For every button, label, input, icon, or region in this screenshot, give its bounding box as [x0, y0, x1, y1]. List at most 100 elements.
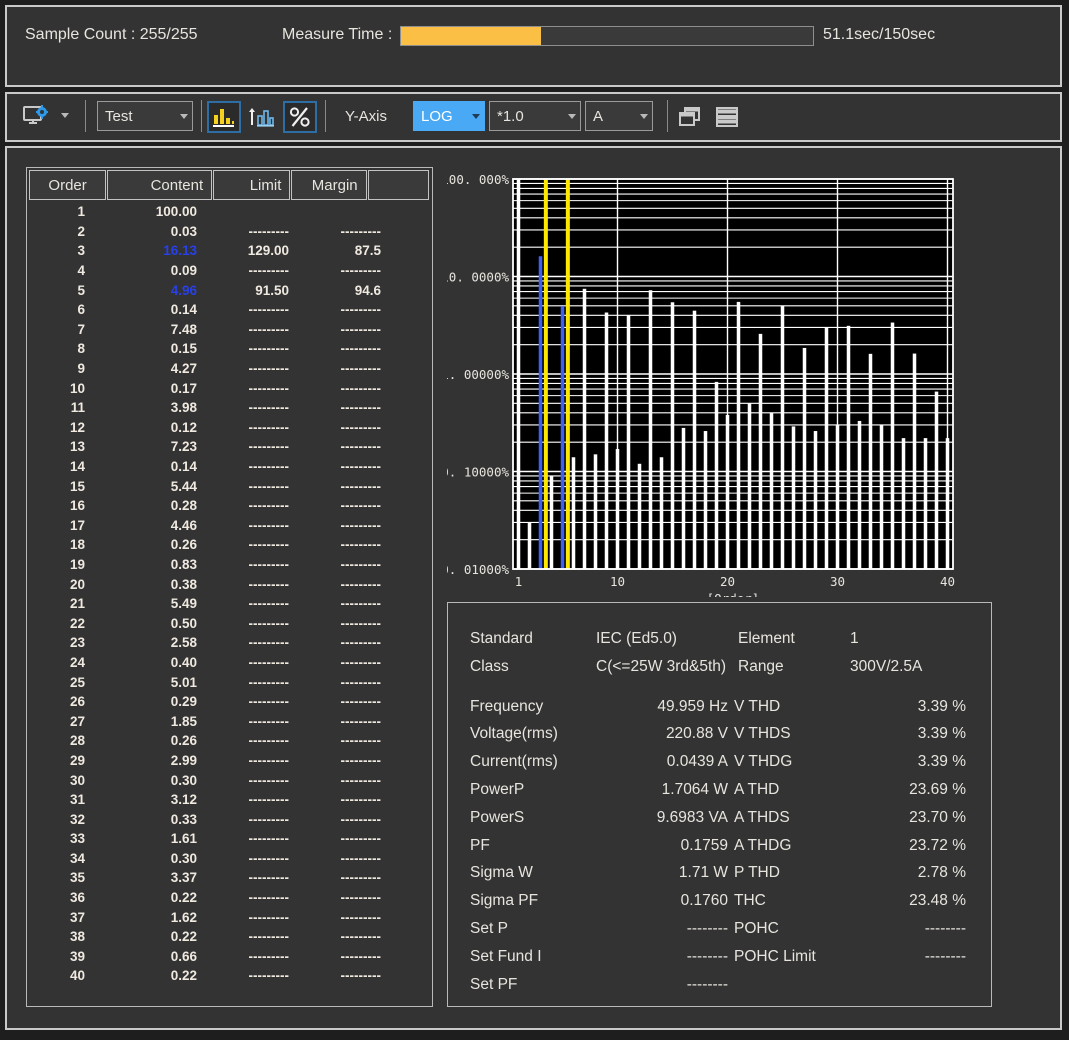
chart-xtick-label: 1 [515, 574, 523, 589]
cell-margin: --------- [340, 674, 381, 690]
table-row[interactable]: 39 0.66 --------- --------- [29, 947, 430, 967]
table-header-blank[interactable] [367, 170, 429, 200]
table-row[interactable]: 12 0.12 --------- --------- [29, 418, 430, 438]
cell-content: 0.50 [170, 615, 197, 631]
range-label: Range [738, 657, 784, 675]
chart-bar [571, 457, 576, 569]
chart-bar [714, 381, 719, 569]
monitor-gear-dropdown-caret[interactable] [61, 113, 69, 118]
table-row[interactable]: 14 0.14 --------- --------- [29, 457, 430, 477]
chart-bar [901, 438, 906, 569]
percent-icon[interactable] [283, 101, 317, 133]
table-row[interactable]: 37 1.62 --------- --------- [29, 907, 430, 927]
cell-limit: --------- [248, 302, 289, 318]
cell-limit: --------- [248, 654, 289, 670]
table-row[interactable]: 33 1.61 --------- --------- [29, 829, 430, 849]
table-header-content[interactable]: Content [107, 170, 213, 200]
table-row[interactable]: 30 0.30 --------- --------- [29, 770, 430, 790]
table-row[interactable]: 3 16.13 129.00 87.5 [29, 241, 430, 261]
info-key-left: Sigma W [470, 864, 533, 882]
table-row[interactable]: 40 0.22 --------- --------- [29, 966, 430, 986]
table-row[interactable]: 26 0.29 --------- --------- [29, 692, 430, 712]
table-row[interactable]: 7 7.48 --------- --------- [29, 320, 430, 340]
chart-bar [945, 438, 950, 569]
info-key-right: P THD [734, 864, 780, 882]
cell-margin: --------- [340, 752, 381, 768]
table-row[interactable]: 9 4.27 --------- --------- [29, 359, 430, 379]
table-row[interactable]: 25 5.01 --------- --------- [29, 672, 430, 692]
table-row[interactable]: 31 3.12 --------- --------- [29, 790, 430, 810]
yaxis-scale-select[interactable]: LOG [413, 101, 485, 131]
table-row[interactable]: 29 2.99 --------- --------- [29, 751, 430, 771]
table-row[interactable]: 24 0.40 --------- --------- [29, 653, 430, 673]
table-row[interactable]: 11 3.98 --------- --------- [29, 398, 430, 418]
table-row[interactable]: 17 4.46 --------- --------- [29, 516, 430, 536]
cell-content: 0.38 [170, 576, 197, 592]
table-row[interactable]: 35 3.37 --------- --------- [29, 868, 430, 888]
table-header-limit[interactable]: Limit [213, 170, 291, 200]
table-header-order[interactable]: Order [29, 170, 107, 200]
table-row[interactable]: 34 0.30 --------- --------- [29, 849, 430, 869]
table-row[interactable]: 8 0.15 --------- --------- [29, 339, 430, 359]
table-row[interactable]: 18 0.26 --------- --------- [29, 535, 430, 555]
cell-margin: --------- [340, 615, 381, 631]
table-row[interactable]: 22 0.50 --------- --------- [29, 613, 430, 633]
chart-bar [857, 420, 862, 569]
info-row: Voltage(rms) 220.88 V V THDS 3.39 % [470, 720, 977, 748]
table-row[interactable]: 20 0.38 --------- --------- [29, 574, 430, 594]
table-row[interactable]: 10 0.17 --------- --------- [29, 378, 430, 398]
info-value-right: 3.39 % [917, 753, 966, 771]
info-key-right: A THD [734, 780, 780, 798]
monitor-gear-icon[interactable] [21, 101, 53, 133]
chart-bar [703, 431, 708, 569]
table-row[interactable]: 13 7.23 --------- --------- [29, 437, 430, 457]
harmonics-chart[interactable]: 100. 000% 10. 0000% 1. 00000% 0. 10000% 0. 0… [447, 167, 992, 597]
chart-xtick-label: 10 [610, 574, 625, 589]
window-cascade-icon[interactable] [675, 101, 707, 133]
cell-content: 0.29 [170, 694, 197, 710]
table-row[interactable]: 23 2.58 --------- --------- [29, 633, 430, 653]
table-row[interactable]: 36 0.22 --------- --------- [29, 888, 430, 908]
yaxis-multiplier-select[interactable]: *1.0 [489, 101, 581, 131]
yaxis-item-select[interactable]: A [585, 101, 653, 131]
standard-value: IEC (Ed5.0) [596, 630, 677, 647]
table-row[interactable]: 38 0.22 --------- --------- [29, 927, 430, 947]
info-value-right: 23.48 % [909, 892, 966, 910]
cell-order: 3 [77, 243, 85, 259]
chart-bar [747, 403, 752, 569]
cell-margin: --------- [340, 909, 381, 925]
info-key-left: Voltage(rms) [470, 725, 558, 743]
table-row[interactable]: 4 0.09 --------- --------- [29, 261, 430, 281]
table-row[interactable]: 28 0.26 --------- --------- [29, 731, 430, 751]
cell-order: 30 [69, 772, 85, 788]
cell-limit: --------- [248, 929, 289, 945]
table-header-margin[interactable]: Margin [291, 170, 367, 200]
bar-graph-icon[interactable] [207, 101, 241, 133]
table-row[interactable]: 32 0.33 --------- --------- [29, 809, 430, 829]
table-row[interactable]: 2 0.03 --------- --------- [29, 222, 430, 242]
info-value-left: 49.959 Hz [657, 697, 728, 715]
mode-select[interactable]: Test [97, 101, 193, 131]
table-row[interactable]: 21 5.49 --------- --------- [29, 594, 430, 614]
chart-bar [758, 333, 763, 569]
bar-graph-vector-icon[interactable] [245, 101, 277, 133]
cell-limit: --------- [248, 948, 289, 964]
cell-margin: --------- [340, 811, 381, 827]
table-row[interactable]: 6 0.14 --------- --------- [29, 300, 430, 320]
harmonics-table[interactable]: Order Content Limit Margin 1 100.00 2 0.03 -… [26, 167, 433, 1007]
info-row-standard: Standard IEC (Ed5.0) Element 1 [470, 625, 977, 653]
table-row[interactable]: 5 4.96 91.50 94.6 [29, 280, 430, 300]
info-value-right: -------- [924, 947, 966, 965]
table-row[interactable]: 27 1.85 --------- --------- [29, 711, 430, 731]
cell-margin: --------- [340, 517, 381, 533]
table-row[interactable]: 15 5.44 --------- --------- [29, 476, 430, 496]
cell-content: 1.85 [170, 713, 197, 729]
info-key-left: Set Fund I [470, 947, 542, 965]
table-row[interactable]: 19 0.83 --------- --------- [29, 555, 430, 575]
table-row[interactable]: 16 0.28 --------- --------- [29, 496, 430, 516]
cell-order: 9 [77, 361, 85, 377]
window-split-icon[interactable] [711, 101, 743, 133]
table-row[interactable]: 1 100.00 [29, 202, 430, 222]
cell-content: 0.26 [170, 733, 197, 749]
cell-content: 7.48 [170, 321, 197, 337]
